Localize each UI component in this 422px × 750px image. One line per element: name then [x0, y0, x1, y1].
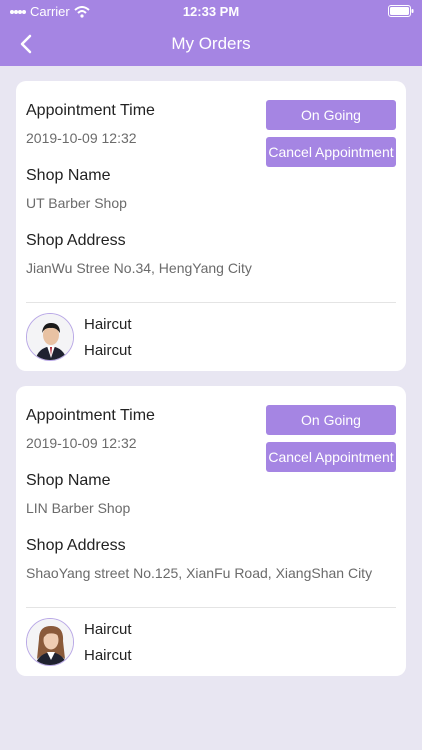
order-card: Appointment Time 2019-10-09 12:32 On Goi… [16, 81, 406, 371]
shop-name-value: UT Barber Shop [26, 195, 127, 211]
shop-address-value: ShaoYang street No.125, XianFu Road, Xia… [26, 565, 373, 581]
barber-avatar [26, 618, 74, 666]
shop-address-value: JianWu Stree No.34, HengYang City [26, 260, 252, 276]
header: Carrier 12:33 PM My Orders [0, 0, 422, 66]
cancel-appointment-button[interactable]: Cancel Appointment [266, 137, 396, 167]
cancel-appointment-button[interactable]: Cancel Appointment [266, 442, 396, 472]
on-going-button[interactable]: On Going [266, 405, 396, 435]
service-name: Haircut [84, 621, 132, 638]
appointment-time-value: 2019-10-09 12:32 [26, 435, 137, 451]
divider [26, 302, 396, 303]
divider [26, 607, 396, 608]
shop-name-value: LIN Barber Shop [26, 500, 131, 516]
on-going-button[interactable]: On Going [266, 100, 396, 130]
appointment-time-label: Appointment Time [26, 407, 155, 424]
service-name: Haircut [84, 316, 132, 333]
appointment-time-value: 2019-10-09 12:32 [26, 130, 137, 146]
appointment-time-label: Appointment Time [26, 102, 155, 119]
service-name: Haircut [84, 647, 132, 664]
shop-name-label: Shop Name [26, 167, 111, 184]
shop-name-label: Shop Name [26, 472, 111, 489]
service-name: Haircut [84, 342, 132, 359]
shop-address-label: Shop Address [26, 232, 126, 249]
barber-avatar [26, 313, 74, 361]
order-card: Appointment Time 2019-10-09 12:32 On Goi… [16, 386, 406, 676]
page-title: My Orders [171, 34, 251, 53]
status-bar: Carrier 12:33 PM [0, 0, 422, 22]
nav-bar: My Orders [0, 22, 422, 66]
battery-icon [388, 5, 414, 20]
shop-address-label: Shop Address [26, 537, 126, 554]
status-time: 12:33 PM [182, 4, 240, 19]
